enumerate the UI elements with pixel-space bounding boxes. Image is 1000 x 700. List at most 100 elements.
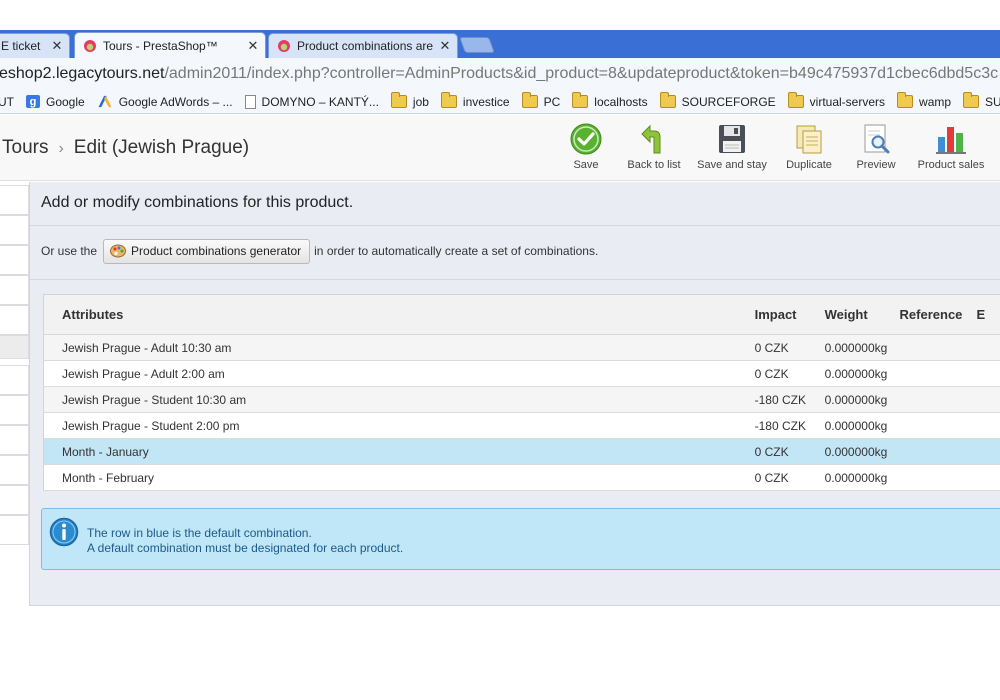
bookmark-adwords[interactable]: Google AdWords – ... — [97, 95, 233, 109]
info-icon — [49, 517, 79, 547]
breadcrumb: Tours › Edit (Jewish Prague) — [2, 137, 249, 159]
new-tab-button[interactable] — [459, 37, 495, 53]
back-arrow-icon — [641, 124, 661, 154]
table-row-default[interactable]: Month - January 0 CZK 0.000000kg — [43, 438, 1000, 465]
close-tab-icon[interactable]: ✕ — [437, 38, 453, 54]
folder-icon — [521, 92, 538, 108]
bookmark-folder-virtual-servers[interactable]: virtual-servers — [787, 92, 885, 109]
duplicate-button[interactable]: Duplicate — [784, 123, 834, 171]
cell-reference — [899, 360, 977, 387]
table-row[interactable]: Jewish Prague - Adult 10:30 am 0 CZK 0.0… — [43, 334, 1000, 361]
cell-attributes: Month - February — [43, 464, 755, 491]
bookmark-label: localhosts — [594, 94, 648, 109]
cell-impact: -180 CZK — [754, 412, 825, 439]
panel-title: Add or modify combinations for this prod… — [41, 194, 354, 211]
magnifier-page-icon — [864, 124, 890, 154]
cell-attributes: Jewish Prague - Student 10:30 am — [43, 386, 755, 413]
divider — [30, 279, 1000, 280]
sidebar-tab[interactable] — [0, 425, 29, 455]
sidebar-tab[interactable] — [0, 455, 29, 485]
sidebar-tab[interactable] — [0, 515, 29, 545]
url-text[interactable]: eshop2.legacytours.net/admin2011/index.p… — [0, 65, 998, 83]
folder-icon — [390, 92, 407, 108]
folder-icon — [787, 92, 804, 108]
sidebar-tab[interactable] — [0, 245, 29, 275]
palette-icon — [110, 244, 127, 258]
bookmark-folder-job[interactable]: job — [390, 92, 429, 109]
breadcrumb-root[interactable]: Tours — [2, 137, 48, 158]
bookmark-folder-super[interactable]: SUPER — [963, 92, 1000, 109]
info-box: The row in blue is the default combinati… — [41, 508, 1000, 570]
cell-weight: 0.000000kg — [824, 412, 900, 439]
bookmark-folder-investice[interactable]: investice — [440, 92, 510, 109]
tab-title: E ticket — [1, 39, 41, 53]
sidebar-tab[interactable] — [0, 485, 29, 515]
table-row[interactable]: Month - February 0 CZK 0.000000kg — [43, 464, 1000, 491]
preview-button[interactable]: Preview — [853, 123, 899, 171]
tab-e-ticket[interactable]: E ticket ✕ — [0, 33, 70, 58]
bookmark-label: UT — [0, 94, 14, 109]
sidebar-tab[interactable] — [0, 365, 29, 395]
generator-suffix: in order to automatically create a set o… — [314, 244, 599, 258]
folder-icon — [659, 92, 676, 108]
back-to-list-label: Back to list — [627, 159, 681, 171]
bookmark-folder-sourceforge[interactable]: SOURCEFORGE — [659, 92, 776, 109]
cell-extra — [976, 334, 1000, 361]
tab-title: Product combinations are — [297, 39, 434, 53]
cell-attributes: Month - January — [43, 438, 755, 465]
url-path: /admin2011/index.php?controller=AdminPro… — [164, 65, 999, 82]
cell-extra — [976, 386, 1000, 413]
floppy-disk-icon — [719, 125, 745, 153]
sidebar-tab[interactable] — [0, 215, 29, 245]
header-attributes[interactable]: Attributes — [43, 294, 755, 335]
bookmark-google[interactable]: g Google — [26, 95, 85, 109]
bookmark-ut[interactable]: UT — [0, 95, 14, 109]
tab-product-combinations[interactable]: Product combinations are ✕ — [268, 33, 458, 58]
save-label: Save — [573, 159, 599, 171]
sidebar-tab[interactable] — [0, 275, 29, 305]
cell-weight: 0.000000kg — [824, 360, 900, 387]
bookmark-folder-wamp[interactable]: wamp — [897, 92, 951, 109]
sidebar-tab[interactable] — [0, 395, 29, 425]
cell-weight: 0.000000kg — [824, 464, 900, 491]
bookmark-label: Google — [46, 94, 85, 109]
product-combinations-generator-button[interactable]: Product combinations generator — [103, 238, 311, 264]
header-reference[interactable]: Reference — [899, 294, 977, 335]
cell-weight: 0.000000kg — [824, 334, 900, 361]
divider — [30, 225, 1000, 226]
sidebar-tab-active[interactable] — [0, 335, 29, 359]
back-to-list-button[interactable]: Back to list — [626, 123, 682, 171]
info-line-2: A default combination must be designated… — [87, 541, 404, 555]
cell-impact: 0 CZK — [754, 464, 825, 491]
sidebar-tab[interactable] — [0, 305, 29, 335]
url-host: eshop2.legacytours.net — [0, 65, 165, 82]
close-tab-icon[interactable]: ✕ — [49, 38, 65, 54]
prestashop-favicon-icon — [84, 39, 96, 52]
table-row[interactable]: Jewish Prague - Student 2:00 pm -180 CZK… — [43, 412, 1000, 439]
header-impact[interactable]: Impact — [754, 294, 825, 335]
table-row[interactable]: Jewish Prague - Adult 2:00 am 0 CZK 0.00… — [43, 360, 1000, 387]
product-sales-label: Product sales — [917, 159, 985, 171]
bookmark-folder-pc[interactable]: PC — [521, 92, 560, 109]
bookmark-domyno[interactable]: DOMYNO – KANTÝ... — [244, 94, 379, 109]
header-weight[interactable]: Weight — [824, 294, 900, 335]
cell-extra — [976, 412, 1000, 439]
bookmark-folder-localhosts[interactable]: localhosts — [572, 92, 648, 109]
cell-attributes: Jewish Prague - Student 2:00 pm — [43, 412, 755, 439]
product-sales-button[interactable]: Product sales — [915, 123, 987, 171]
header-truncated[interactable]: E — [976, 294, 1000, 335]
bookmark-label: Google AdWords – ... — [118, 94, 233, 109]
close-tab-icon[interactable]: ✕ — [245, 38, 261, 54]
sidebar-tabs — [0, 182, 29, 612]
save-button[interactable]: Save — [566, 123, 606, 171]
folder-icon — [963, 92, 980, 108]
bookmark-label: job — [412, 94, 429, 109]
save-and-stay-button[interactable]: Save and stay — [695, 123, 769, 171]
tab-tours-prestashop[interactable]: Tours - PrestaShop™ ✕ — [74, 32, 266, 58]
cell-attributes: Jewish Prague - Adult 10:30 am — [43, 334, 755, 361]
table-row[interactable]: Jewish Prague - Student 10:30 am -180 CZ… — [43, 386, 1000, 413]
folder-icon — [897, 92, 914, 108]
address-bar[interactable]: eshop2.legacytours.net/admin2011/index.p… — [0, 58, 1000, 90]
bookmark-label: investice — [462, 94, 510, 109]
sidebar-tab[interactable] — [0, 185, 29, 215]
